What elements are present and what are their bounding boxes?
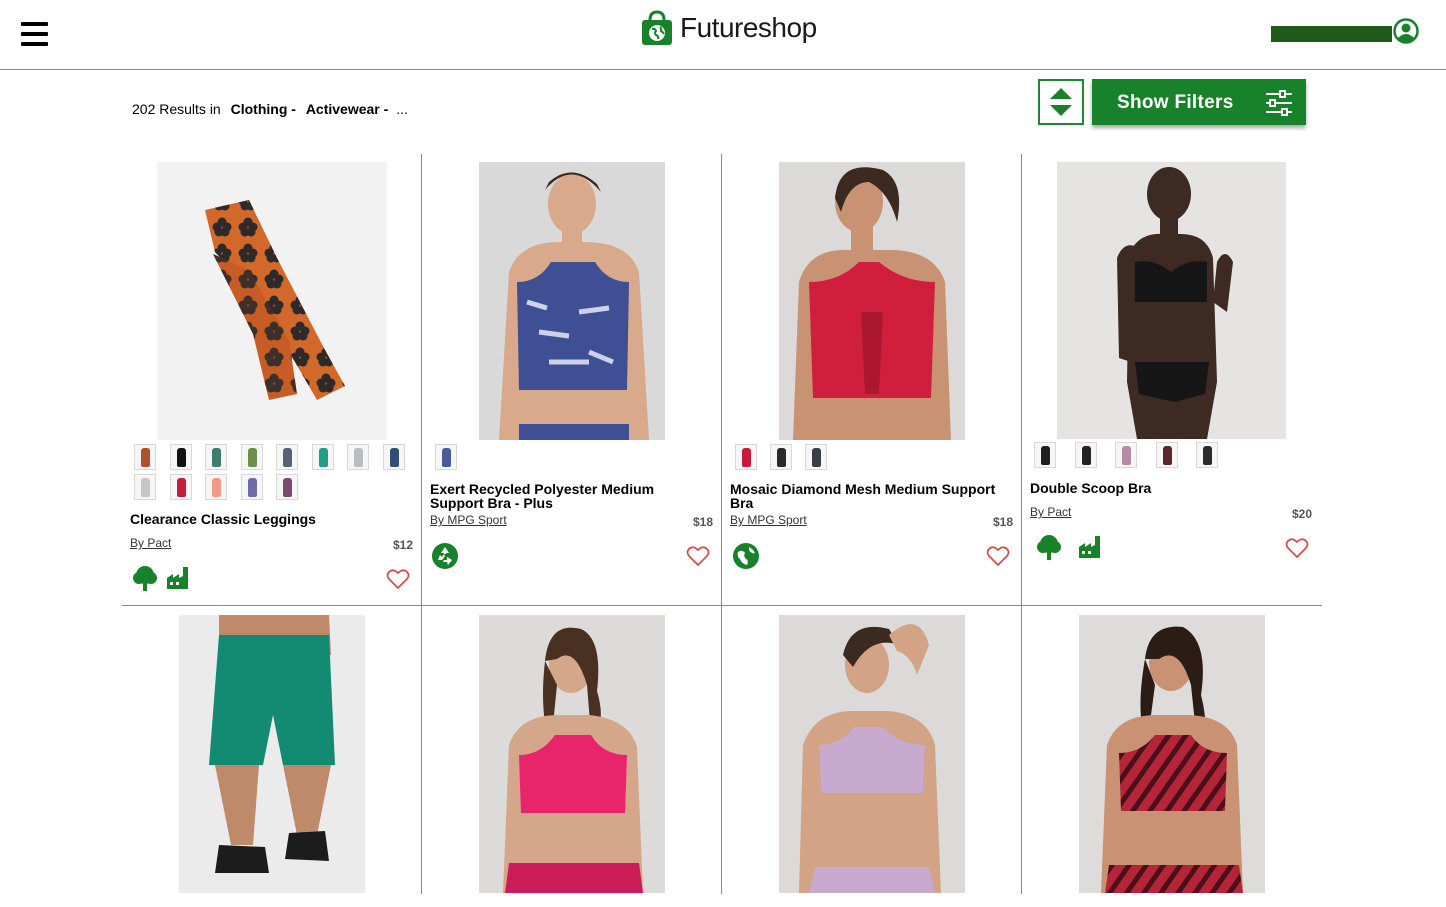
factory-icon[interactable] <box>164 564 192 592</box>
product-image[interactable] <box>779 615 965 893</box>
color-swatch[interactable] <box>1115 442 1137 468</box>
color-swatch[interactable] <box>169 444 192 470</box>
show-filters-label: Show Filters <box>1117 92 1234 113</box>
color-swatch[interactable] <box>1034 442 1056 468</box>
breadcrumb-activewear[interactable]: Activewear - <box>306 101 388 117</box>
product-price: $18 <box>993 515 1014 529</box>
globe-icon[interactable] <box>732 542 760 570</box>
color-swatch[interactable] <box>805 444 827 470</box>
product-card[interactable] <box>722 607 1022 907</box>
product-image[interactable] <box>1057 162 1286 439</box>
recycle-icon[interactable] <box>431 542 459 570</box>
color-swatch[interactable] <box>347 444 369 470</box>
color-swatch[interactable] <box>1155 442 1178 468</box>
product-price: $20 <box>1292 507 1313 521</box>
breadcrumb-clothing[interactable]: Clothing - <box>231 101 296 117</box>
product-image[interactable] <box>179 615 365 893</box>
color-swatch[interactable] <box>435 444 457 470</box>
sort-button[interactable] <box>1038 79 1084 125</box>
account-name-bar[interactable] <box>1271 26 1392 42</box>
product-card[interactable]: Exert Recycled Polyester Medium Support … <box>422 154 722 606</box>
color-swatch[interactable] <box>134 474 156 500</box>
product-image[interactable] <box>479 162 665 440</box>
product-brand[interactable]: By MPG Sport <box>730 513 807 527</box>
product-title[interactable]: Clearance Classic Leggings <box>130 512 410 526</box>
show-filters-button[interactable]: Show Filters <box>1092 79 1306 125</box>
color-swatch[interactable] <box>276 474 298 500</box>
color-swatch[interactable] <box>1074 442 1097 468</box>
color-swatch[interactable] <box>311 444 334 470</box>
product-title[interactable]: Exert Recycled Polyester Medium Support … <box>430 482 690 510</box>
product-price: $18 <box>693 515 714 529</box>
breadcrumb-more[interactable]: ... <box>396 101 408 117</box>
results-count: 202 Results in <box>132 101 221 117</box>
tree-icon[interactable] <box>131 564 159 592</box>
heart-icon[interactable] <box>686 545 710 567</box>
hamburger-icon[interactable] <box>21 22 48 46</box>
color-swatch[interactable] <box>240 444 263 470</box>
color-swatch[interactable] <box>770 444 792 470</box>
color-swatch[interactable] <box>169 474 192 500</box>
site-logo[interactable]: Futureshop <box>640 10 817 46</box>
shopping-bag-globe-icon <box>642 10 672 45</box>
product-image[interactable] <box>779 162 965 440</box>
factory-icon[interactable] <box>1076 533 1104 561</box>
color-swatch[interactable] <box>205 474 227 500</box>
color-swatch[interactable] <box>240 474 263 500</box>
logo-text: Futureshop <box>680 12 817 43</box>
results-summary: 202 Results in Clothing - Activewear - .… <box>132 101 408 117</box>
tree-icon[interactable] <box>1035 533 1063 561</box>
product-card[interactable]: Mosaic Diamond Mesh Medium Support Bra B… <box>722 154 1022 606</box>
color-swatch[interactable] <box>382 444 405 470</box>
product-card[interactable] <box>1022 607 1322 907</box>
color-swatch[interactable] <box>1196 442 1218 468</box>
product-card[interactable] <box>422 607 722 907</box>
product-brand[interactable]: By MPG Sport <box>430 513 507 527</box>
product-card[interactable]: Double Scoop Bra By Pact $20 <box>1022 154 1322 606</box>
user-icon[interactable] <box>1393 18 1419 44</box>
product-image[interactable] <box>1079 615 1265 893</box>
product-image[interactable] <box>157 162 387 440</box>
sliders-icon <box>1266 90 1292 116</box>
product-brand[interactable]: By Pact <box>130 536 171 550</box>
product-price: $12 <box>393 538 414 552</box>
product-brand[interactable]: By Pact <box>1030 505 1071 519</box>
heart-icon[interactable] <box>1285 537 1309 559</box>
color-swatch[interactable] <box>276 444 298 470</box>
product-card[interactable] <box>122 607 422 907</box>
color-swatch[interactable] <box>735 444 757 470</box>
heart-icon[interactable] <box>986 545 1010 567</box>
product-title[interactable]: Double Scoop Bra <box>1030 481 1310 495</box>
color-swatch[interactable] <box>134 444 156 470</box>
sort-icon <box>1050 88 1072 116</box>
product-card[interactable]: Clearance Classic Leggings By Pact $12 <box>122 154 422 606</box>
product-image[interactable] <box>479 615 665 893</box>
heart-icon[interactable] <box>386 568 410 590</box>
color-swatch[interactable] <box>205 444 227 470</box>
product-title[interactable]: Mosaic Diamond Mesh Medium Support Bra <box>730 482 1010 510</box>
site-header: Futureshop <box>0 0 1446 70</box>
